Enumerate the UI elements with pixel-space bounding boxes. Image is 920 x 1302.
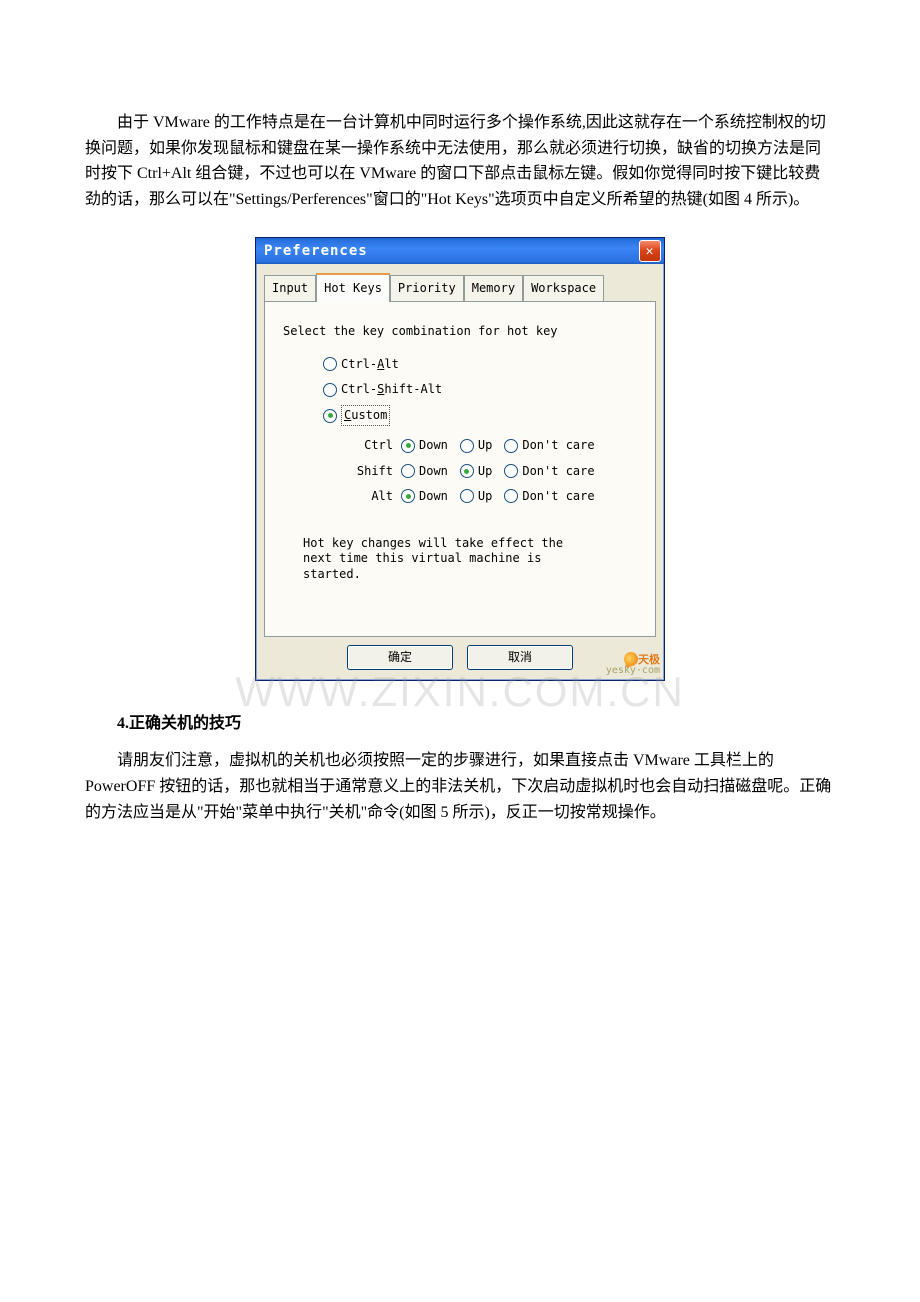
radio-icon xyxy=(504,489,518,503)
key-name-shift: Shift xyxy=(343,462,393,481)
document-page: 由于 VMware 的工作特点是在一台计算机中同时运行多个操作系统,因此这就存在… xyxy=(0,0,920,875)
ok-button[interactable]: 确定 xyxy=(347,645,453,670)
radio-icon xyxy=(504,439,518,453)
radio-icon xyxy=(460,439,474,453)
tab-input[interactable]: Input xyxy=(264,275,316,301)
row-alt: Alt Down Up Don't care xyxy=(343,487,641,506)
ctrl-down[interactable]: Down xyxy=(401,436,448,455)
radio-label: Custom xyxy=(341,405,390,426)
radio-icon xyxy=(323,383,337,397)
radio-icon xyxy=(401,464,415,478)
row-shift: Shift Down Up Don't care xyxy=(343,462,641,481)
dialog-button-row: 确定 取消 xyxy=(256,637,664,680)
alt-dont-care[interactable]: Don't care xyxy=(504,487,594,506)
hot-keys-panel: Select the key combination for hot key C… xyxy=(264,301,656,637)
shift-down[interactable]: Down xyxy=(401,462,448,481)
tab-memory[interactable]: Memory xyxy=(464,275,523,301)
shift-up[interactable]: Up xyxy=(460,462,492,481)
radio-custom[interactable]: Custom xyxy=(323,405,641,426)
tab-priority[interactable]: Priority xyxy=(390,275,464,301)
close-icon: ✕ xyxy=(646,245,655,258)
tab-hot-keys[interactable]: Hot Keys xyxy=(316,273,390,301)
section-heading-4: 4.正确关机的技巧 xyxy=(85,711,835,737)
key-name-alt: Alt xyxy=(343,487,393,506)
panel-heading: Select the key combination for hot key xyxy=(283,322,641,341)
hotkey-note: Hot key changes will take effect the nex… xyxy=(303,536,583,583)
dialog-title: Preferences xyxy=(264,240,639,262)
radio-icon xyxy=(401,439,415,453)
paragraph-1: 由于 VMware 的工作特点是在一台计算机中同时运行多个操作系统,因此这就存在… xyxy=(85,110,835,212)
radio-icon xyxy=(460,489,474,503)
radio-ctrl-shift-alt[interactable]: Ctrl-Shift-Alt xyxy=(323,380,641,399)
paragraph-2: 请朋友们注意，虚拟机的关机也必须按照一定的步骤进行，如果直接点击 VMware … xyxy=(85,748,835,825)
key-name-ctrl: Ctrl xyxy=(343,436,393,455)
radio-icon xyxy=(401,489,415,503)
figure-4: Preferences ✕ Input Hot Keys Priority Me… xyxy=(85,237,835,680)
custom-key-grid: Ctrl Down Up Don't care Shift Down Up Do… xyxy=(343,436,641,506)
shift-dont-care[interactable]: Don't care xyxy=(504,462,594,481)
row-ctrl: Ctrl Down Up Don't care xyxy=(343,436,641,455)
radio-icon xyxy=(504,464,518,478)
alt-up[interactable]: Up xyxy=(460,487,492,506)
radio-icon xyxy=(323,409,337,423)
dialog-titlebar: Preferences ✕ xyxy=(256,238,664,264)
radio-label: Ctrl-Shift-Alt xyxy=(341,380,442,399)
radio-label: Ctrl-Alt xyxy=(341,355,399,374)
preferences-dialog: Preferences ✕ Input Hot Keys Priority Me… xyxy=(255,237,665,680)
radio-ctrl-alt[interactable]: Ctrl-Alt xyxy=(323,355,641,374)
close-button[interactable]: ✕ xyxy=(639,240,661,262)
tabs-row: Input Hot Keys Priority Memory Workspace xyxy=(256,264,664,300)
cancel-button[interactable]: 取消 xyxy=(467,645,573,670)
radio-icon xyxy=(323,357,337,371)
ctrl-dont-care[interactable]: Don't care xyxy=(504,436,594,455)
tab-workspace[interactable]: Workspace xyxy=(523,275,604,301)
radio-icon xyxy=(460,464,474,478)
ctrl-up[interactable]: Up xyxy=(460,436,492,455)
alt-down[interactable]: Down xyxy=(401,487,448,506)
